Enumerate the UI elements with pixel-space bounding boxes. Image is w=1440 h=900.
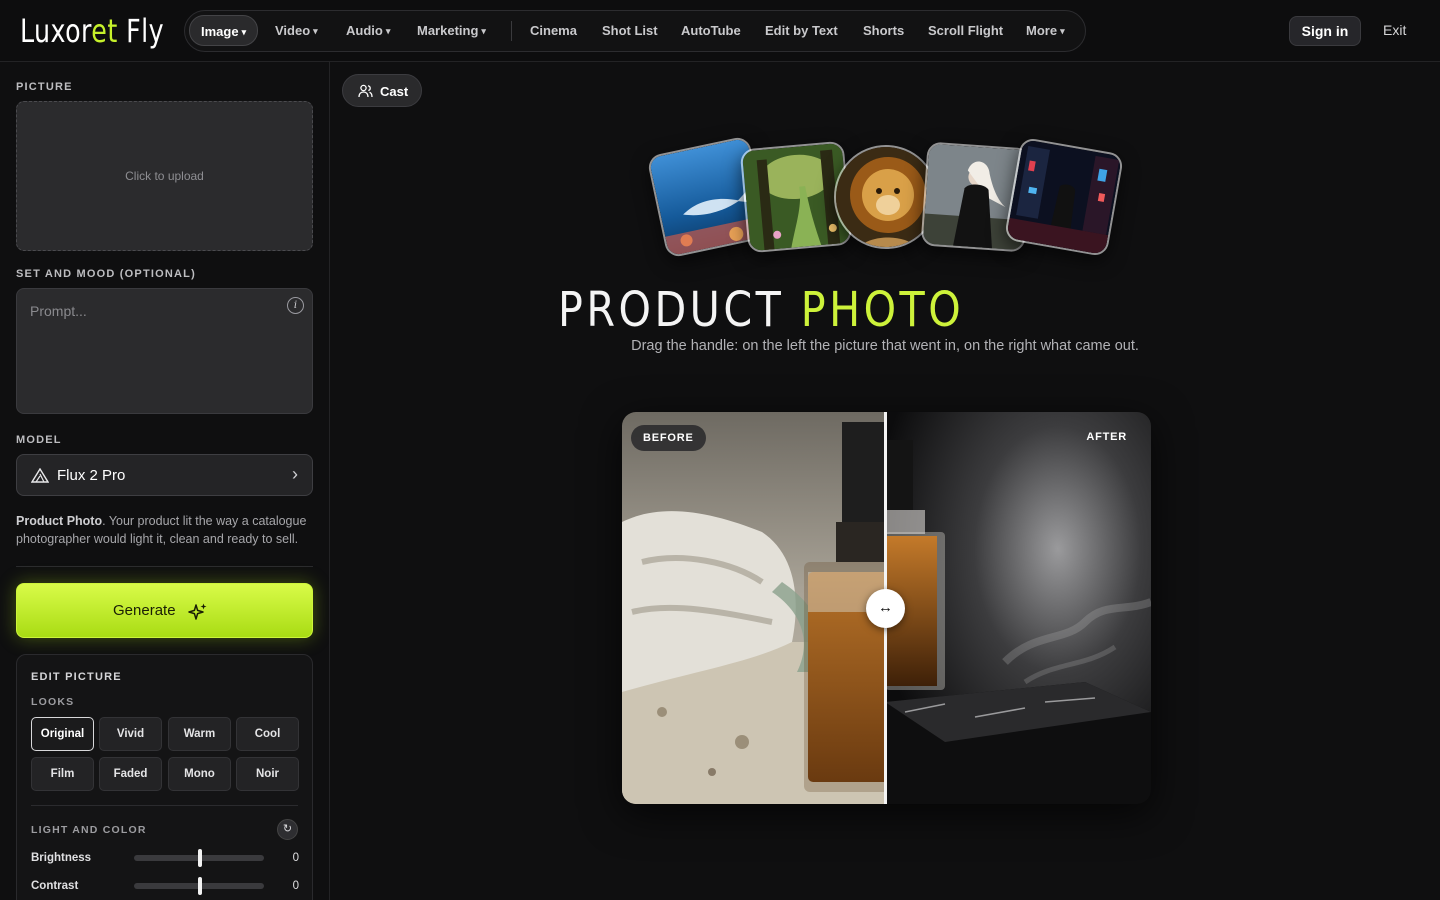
chevron-down-icon: ▾ [385, 26, 391, 36]
chevron-down-icon: ▾ [481, 26, 486, 36]
nav-edit-by-text[interactable]: Edit by Text [765, 11, 838, 51]
look-mono[interactable]: Mono [168, 757, 231, 791]
exit-link[interactable]: Exit [1383, 22, 1406, 38]
contrast-slider-thumb[interactable] [198, 877, 202, 895]
sidebar: PICTURE Click to upload SET AND MOOD (OP… [0, 62, 330, 900]
upload-text: Click to upload [125, 169, 204, 183]
looks-label: LOOKS [31, 696, 75, 708]
look-noir[interactable]: Noir [236, 757, 299, 791]
top-bar: Luxoret Fly Image ▾ Video ▾ Audio ▾ Marketi… [0, 0, 1440, 62]
before-image [622, 412, 885, 804]
model-selector[interactable]: Flux 2 Pro › [16, 454, 313, 496]
after-image [885, 412, 1151, 804]
nav-marketing[interactable]: Marketing ▾ [417, 11, 486, 51]
cast-button[interactable]: Cast [342, 74, 422, 107]
nav-image[interactable]: Image ▾ [189, 15, 259, 46]
chevron-right-icon: › [292, 464, 298, 484]
model-name: Flux 2 Pro [57, 467, 126, 484]
look-warm[interactable]: Warm [168, 717, 231, 751]
generate-button[interactable]: Generate [16, 583, 313, 638]
picture-label: PICTURE [16, 81, 73, 93]
reset-icon[interactable]: ↻ [277, 819, 298, 840]
nav-audio[interactable]: Audio ▾ [346, 11, 390, 51]
mode-description: Product Photo. Your product lit the way … [16, 514, 307, 546]
look-original[interactable]: Original [31, 717, 94, 751]
page-title: PRODUCT PHOTO [558, 282, 965, 338]
triangle-logo-icon [31, 468, 49, 483]
light-color-label: LIGHT AND COLOR [31, 824, 147, 836]
model-label: MODEL [16, 434, 62, 446]
nav-scroll-flight[interactable]: Scroll Flight [928, 11, 1003, 51]
users-icon [358, 84, 373, 98]
contrast-value: 0 [292, 880, 299, 892]
mood-label: SET AND MOOD (OPTIONAL) [16, 268, 196, 280]
brightness-slider-thumb[interactable] [198, 849, 202, 867]
brand-logo[interactable]: Luxoret Fly [20, 12, 164, 50]
sample-image-city-night [1003, 136, 1125, 258]
nav-shorts[interactable]: Shorts [863, 11, 904, 51]
edit-picture-title: EDIT PICTURE [31, 671, 122, 683]
look-faded[interactable]: Faded [99, 757, 162, 791]
look-cool[interactable]: Cool [236, 717, 299, 751]
nav-video[interactable]: Video ▾ [275, 11, 318, 51]
after-badge: AFTER [1086, 431, 1127, 443]
divider [16, 566, 313, 567]
app-root: Luxoret Fly Image ▾ Video ▾ Audio ▾ Marketi… [0, 0, 1440, 900]
brightness-value: 0 [292, 852, 299, 864]
edit-picture-panel: EDIT PICTURE LOOKS Original Vivid Warm C… [16, 654, 313, 900]
chevron-down-icon: ▾ [241, 27, 247, 37]
page-subtitle: Drag the handle: on the left the picture… [631, 338, 1139, 354]
look-film[interactable]: Film [31, 757, 94, 791]
chevron-down-icon: ▾ [313, 26, 318, 36]
brightness-label: Brightness [31, 852, 92, 864]
upload-dropzone[interactable]: Click to upload [16, 101, 313, 251]
sparkle-icon [188, 603, 207, 620]
nav-shot-list[interactable]: Shot List [602, 11, 658, 51]
divider [31, 805, 298, 806]
nav-separator [511, 21, 512, 41]
contrast-label: Contrast [31, 880, 79, 892]
main-nav: Image ▾ Video ▾ Audio ▾ Marketing ▾ Cinema S… [184, 10, 1086, 52]
chevron-down-icon: ▾ [1060, 26, 1065, 36]
nav-cinema[interactable]: Cinema [530, 11, 577, 51]
before-after-comparison[interactable]: ↔ BEFORE AFTER [622, 412, 1151, 804]
drag-handle-icon[interactable]: ↔ [866, 589, 905, 628]
nav-autotube[interactable]: AutoTube [681, 11, 741, 51]
sign-in-button[interactable]: Sign in [1289, 16, 1361, 46]
look-vivid[interactable]: Vivid [99, 717, 162, 751]
before-badge: BEFORE [631, 425, 706, 451]
nav-more[interactable]: More ▾ [1026, 11, 1065, 51]
